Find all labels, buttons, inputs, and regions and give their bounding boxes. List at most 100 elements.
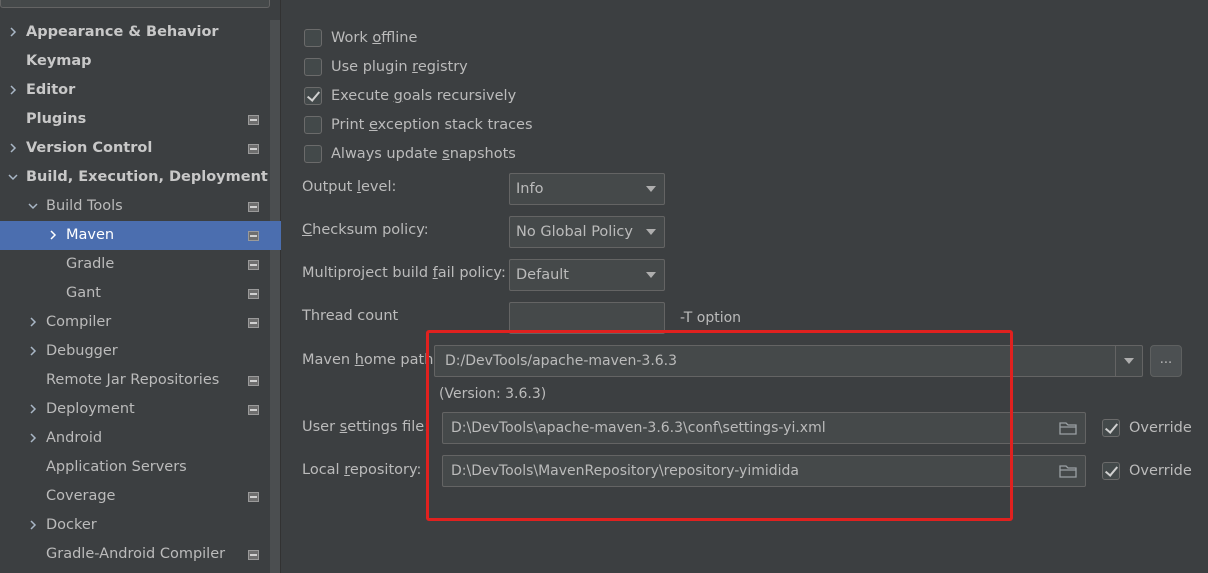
chevron-down-icon[interactable] [26,199,40,213]
combo-divider [1115,346,1116,376]
sidebar-item-label: Remote Jar Repositories [46,372,220,388]
thread-count-label: Thread count [302,308,399,324]
search-field-edge[interactable] [0,0,270,8]
project-scope-icon [248,289,259,299]
checksum-policy-value: No Global Policy [516,224,633,240]
chevron-right-icon[interactable] [26,431,40,445]
sidebar-item-label: Maven [66,227,115,243]
sidebar-item-docker[interactable]: Docker [0,511,268,540]
option-use-plugin-registry[interactable]: Use plugin registry [304,56,468,78]
project-scope-icon [248,405,259,415]
sidebar-item-remote-jar-repositories[interactable]: Remote Jar Repositories [0,366,268,395]
checkbox[interactable] [304,116,322,134]
chevron-down-icon [646,229,656,235]
sidebar-item-compiler[interactable]: Compiler [0,308,268,337]
maven-home-label: Maven home path: [302,352,439,368]
sidebar-item-label: Compiler [46,314,112,330]
sidebar-item-gradle-android-compiler[interactable]: Gradle-Android Compiler [0,540,268,569]
checksum-policy-label: Checksum policy: [302,222,429,238]
sidebar-item-label: Appearance & Behavior [26,24,219,40]
checkbox[interactable] [304,87,322,105]
sidebar-item-label: Editor [26,82,76,98]
chevron-right-icon[interactable] [46,228,60,242]
chevron-right-icon[interactable] [26,518,40,532]
sidebar-item-maven[interactable]: Maven [0,221,281,250]
sidebar-item-label: Application Servers [46,459,187,475]
sidebar-item-appearance-behavior[interactable]: Appearance & Behavior [0,18,268,47]
checkbox[interactable] [304,29,322,47]
project-scope-icon [248,260,259,270]
chevron-right-icon[interactable] [6,83,20,97]
sidebar-item-gradle[interactable]: Gradle [0,250,268,279]
sidebar-item-label: Deployment [46,401,135,417]
sidebar-item-keymap[interactable]: Keymap [0,47,268,76]
sidebar-item-label: Gradle-Android Compiler [46,546,226,562]
settings-sidebar: Appearance & Behavior Keymap Editor Plugins… [0,0,281,573]
folder-icon[interactable] [1059,465,1077,478]
checkbox[interactable] [304,58,322,76]
chevron-right-icon[interactable] [26,344,40,358]
option-execute-goals-recursively[interactable]: Execute goals recursively [304,85,516,107]
sidebar-item-label: Android [46,430,103,446]
local-repo-override[interactable]: Override [1102,460,1192,482]
sidebar-item-label: Build Tools [46,198,123,214]
sidebar-item-label: Build, Execution, Deployment [26,169,268,185]
user-settings-label: User settings file: [302,419,430,435]
override-checkbox[interactable] [1102,419,1120,437]
output-level-value: Info [516,181,544,197]
sidebar-item-build-execution-deployment[interactable]: Build, Execution, Deployment [0,163,268,192]
checkbox-label: Use plugin registry [331,59,468,75]
output-level-combo[interactable]: Info [509,173,665,205]
local-repo-label: Local repository: [302,462,422,478]
chevron-right-icon[interactable] [6,141,20,155]
override-label: Override [1129,463,1192,479]
sidebar-item-android[interactable]: Android [0,424,268,453]
chevron-down-icon[interactable] [6,170,20,184]
checkbox[interactable] [304,145,322,163]
sidebar-scrollbar-thumb[interactable] [270,20,280,573]
project-scope-icon [248,550,259,560]
project-scope-icon [248,376,259,386]
checksum-policy-combo[interactable]: No Global Policy [509,216,665,248]
sidebar-item-label: Debugger [46,343,118,359]
sidebar-item-label: Plugins [26,111,87,127]
output-level-label: Output level: [302,179,397,195]
checkbox-label: Print exception stack traces [331,117,533,133]
option-work-offline[interactable]: Work offline [304,27,417,49]
option-always-update-snapshots[interactable]: Always update snapshots [304,143,516,165]
project-scope-icon [248,115,259,125]
project-scope-icon [248,202,259,212]
sidebar-item-gant[interactable]: Gant [0,279,268,308]
sidebar-item-version-control[interactable]: Version Control [0,134,268,163]
option-print-exception-stack-traces[interactable]: Print exception stack traces [304,114,533,136]
highlight-box [426,330,1013,521]
checkbox-label: Execute goals recursively [331,88,517,104]
fail-policy-value: Default [516,267,569,283]
chevron-right-icon[interactable] [26,402,40,416]
maven-settings-panel: Work offline Use plugin registry Execute g… [282,0,1208,573]
sidebar-item-label: Docker [46,517,97,533]
project-scope-icon [248,144,259,154]
sidebar-item-application-servers[interactable]: Application Servers [0,453,268,482]
sidebar-item-build-tools[interactable]: Build Tools [0,192,268,221]
thread-count-suffix: -T option [680,310,742,326]
fail-policy-label: Multiproject build fail policy: [302,265,506,281]
sidebar-item-deployment[interactable]: Deployment [0,395,268,424]
project-scope-icon [248,492,259,502]
sidebar-item-coverage[interactable]: Coverage [0,482,268,511]
sidebar-item-editor[interactable]: Editor [0,76,268,105]
sidebar-item-label: Coverage [46,488,116,504]
sidebar-item-label: Gradle [66,256,115,272]
chevron-right-icon[interactable] [26,315,40,329]
user-settings-override[interactable]: Override [1102,417,1192,439]
folder-icon[interactable] [1059,422,1077,435]
fail-policy-combo[interactable]: Default [509,259,665,291]
checkbox-label: Work offline [331,30,418,46]
override-checkbox[interactable] [1102,462,1120,480]
maven-home-browse-button[interactable]: ... [1150,345,1182,377]
chevron-down-icon [646,186,656,192]
sidebar-item-debugger[interactable]: Debugger [0,337,268,366]
override-label: Override [1129,420,1192,436]
chevron-right-icon[interactable] [6,25,20,39]
sidebar-item-plugins[interactable]: Plugins [0,105,268,134]
